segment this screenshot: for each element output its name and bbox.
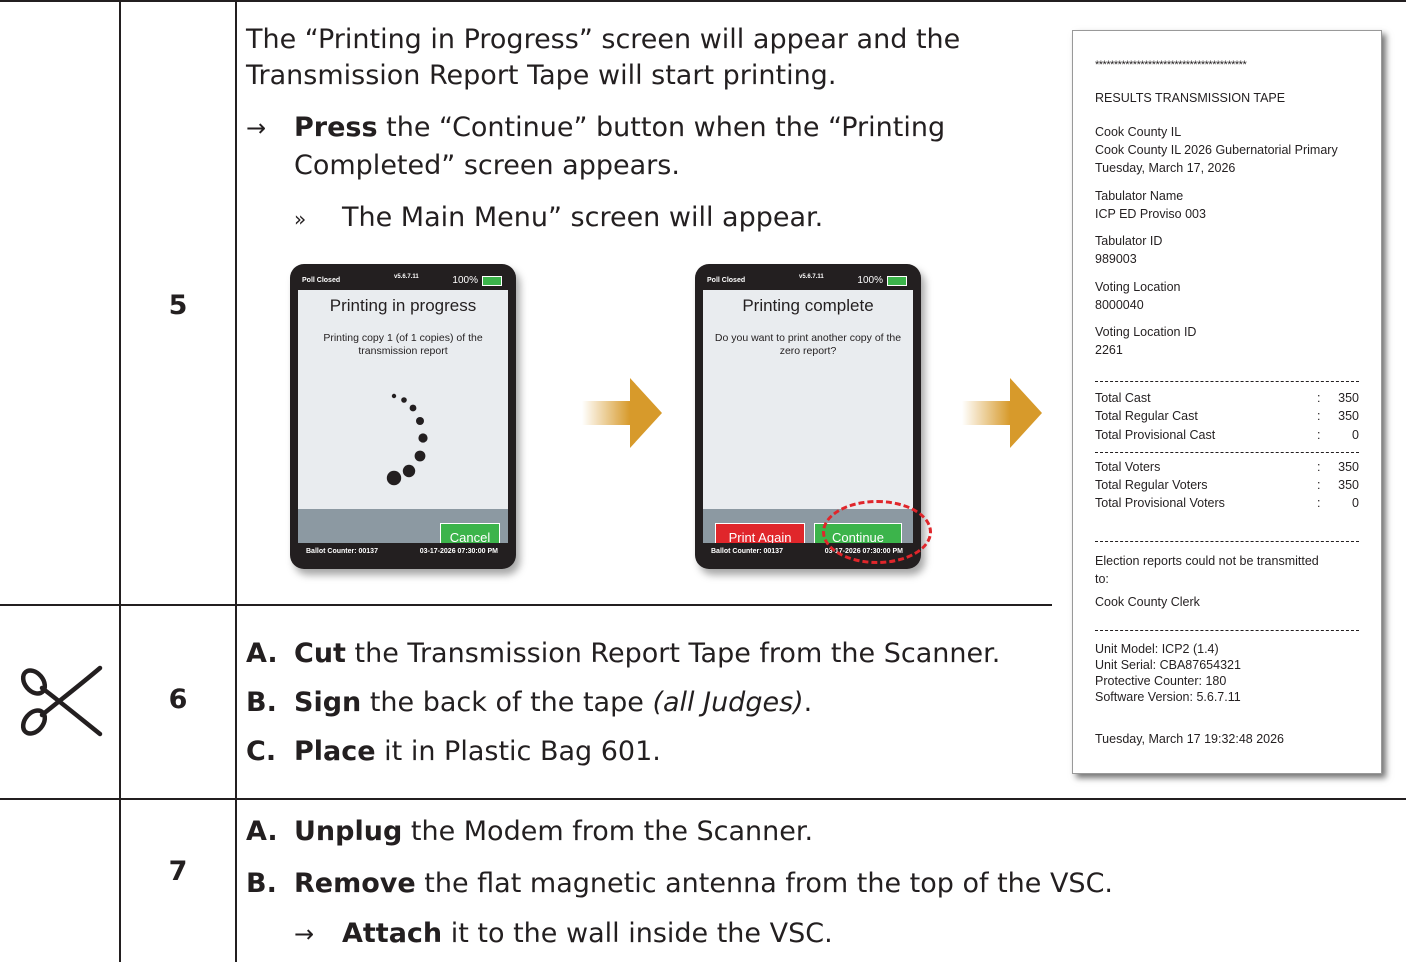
step-number-6: 6 <box>168 684 188 715</box>
step7-sub-item: → Attach it to the wall inside the VSC. <box>294 918 833 949</box>
item-letter: A. <box>246 638 278 669</box>
screen-title: Printing in progress <box>329 296 477 315</box>
step7-item-a: A. Unplug the Modem from the Scanner. <box>246 816 814 847</box>
tape-row: Total Regular Cast:350 <box>1095 409 1359 423</box>
poll-status: Poll Closed <box>707 277 746 284</box>
tape-loc: 8000040 <box>1095 298 1144 312</box>
tape-row: Total Voters:350 <box>1095 460 1359 474</box>
tape-loc-id-label: Voting Location ID <box>1095 325 1197 339</box>
tape-row: Total Provisional Voters:0 <box>1095 496 1359 510</box>
continue-highlight-circle <box>822 500 932 564</box>
item-letter: B. <box>246 687 277 718</box>
tape-divider <box>1095 452 1359 453</box>
screen-message: Do you want to print another copy of the… <box>714 332 902 357</box>
tape-error-line3: Cook County Clerk <box>1095 595 1200 609</box>
tape-row: Total Cast:350 <box>1095 391 1359 405</box>
ballot-counter: Ballot Counter: 00137 <box>306 548 378 555</box>
tape-timestamp: Tuesday, March 17 19:32:48 2026 <box>1095 732 1285 746</box>
step6-item-b: B. Sign the back of the tape (all Judges)… <box>246 687 813 718</box>
version: v5.6.7.11 <box>394 274 419 280</box>
battery-percent: 100% <box>452 275 478 286</box>
right-arrow-icon <box>962 378 1042 448</box>
right-arrow-bullet-icon: → <box>246 114 267 142</box>
loading-spinner-icon <box>386 393 428 486</box>
row-divider-6-7 <box>0 798 1406 800</box>
step-number-7: 7 <box>168 856 188 887</box>
battery-icon <box>887 276 907 286</box>
battery-icon <box>482 276 502 286</box>
right-arrow-icon <box>582 378 662 448</box>
tape-county: Cook County IL <box>1095 125 1182 139</box>
tape-counter: Protective Counter: 180 <box>1095 674 1227 688</box>
step5-press-line2: Completed” screen appears. <box>294 150 680 181</box>
table-border-mid <box>235 0 237 962</box>
step6-item-a: A. Cut the Transmission Report Tape from … <box>246 638 1001 669</box>
screen-display: Poll Closed v5.6.7.11 100% Printing in p… <box>298 272 508 561</box>
transmission-report-tape: ****************************************… <box>1072 30 1382 774</box>
scanner-screen-printing-in-progress: Poll Closed v5.6.7.11 100% Printing in p… <box>290 264 516 569</box>
step7-item-b: B. Remove the flat magnetic antenna from … <box>246 868 1114 899</box>
tape-error-line2: to: <box>1095 572 1109 586</box>
status-bar: Poll Closed v5.6.7.11 100% <box>703 272 913 290</box>
row-divider-5-6 <box>0 604 1052 606</box>
sub-text: The Main Menu” screen will appear. <box>342 202 824 233</box>
row-divider-top <box>0 0 1406 2</box>
tape-serial: Unit Serial: CBA87654321 <box>1095 658 1241 672</box>
right-arrow-bullet-icon: → <box>294 920 315 948</box>
item-letter: C. <box>246 736 277 767</box>
press-rest: the “Continue” button when the “Printing <box>377 112 946 143</box>
ballot-counter: Ballot Counter: 00137 <box>711 548 783 555</box>
item-letter: A. <box>246 816 278 847</box>
tape-row: Total Provisional Cast:0 <box>1095 428 1359 442</box>
tape-election: Cook County IL 2026 Gubernatorial Primar… <box>1095 143 1338 157</box>
tape-model: Unit Model: ICP2 (1.4) <box>1095 642 1219 656</box>
step5-press-instruction: → Press the “Continue” button when the “P… <box>246 112 945 144</box>
tape-divider <box>1095 541 1359 542</box>
tape-error-line1: Election reports could not be transmitte… <box>1095 554 1319 568</box>
table-border-left <box>119 0 121 962</box>
datetime: 03-17-2026 07:30:00 PM <box>419 548 498 555</box>
tape-stars: **************************************** <box>1095 59 1247 71</box>
tape-software: Software Version: 5.6.7.11 <box>1095 690 1241 704</box>
poll-status: Poll Closed <box>302 277 341 284</box>
tape-title: RESULTS TRANSMISSION TAPE <box>1095 91 1286 105</box>
battery-percent: 100% <box>857 275 883 286</box>
sub-bullet: » <box>294 207 307 231</box>
tape-divider <box>1095 630 1359 631</box>
tape-divider <box>1095 381 1359 382</box>
tape-row: Total Regular Voters:350 <box>1095 478 1359 492</box>
tape-tab-name-label: Tabulator Name <box>1095 189 1184 203</box>
tape-date: Tuesday, March 17, 2026 <box>1095 161 1236 175</box>
version: v5.6.7.11 <box>799 274 824 280</box>
step-number-5: 5 <box>168 290 188 321</box>
screen-title: Printing complete <box>742 296 874 315</box>
tape-loc-label: Voting Location <box>1095 280 1181 294</box>
step5-line1: The “Printing in Progress” screen will a… <box>246 24 961 55</box>
tape-loc-id: 2261 <box>1095 343 1123 357</box>
step5-line2: Transmission Report Tape will start prin… <box>246 60 837 91</box>
press-bold: Press <box>294 112 378 143</box>
step6-item-c: C. Place it in Plastic Bag 601. <box>246 736 661 767</box>
footer-bar: Ballot Counter: 00137 03-17-2026 07:30:0… <box>298 543 508 561</box>
tape-tab-id-label: Tabulator ID <box>1095 234 1163 248</box>
status-bar: Poll Closed v5.6.7.11 100% <box>298 272 508 290</box>
screen-message: Printing copy 1 (of 1 copies) of the tra… <box>323 332 483 357</box>
item-letter: B. <box>246 868 277 899</box>
tape-tab-name: ICP ED Proviso 003 <box>1095 207 1206 221</box>
step5-sub-item: » The Main Menu” screen will appear. <box>294 202 823 235</box>
tape-tab-id: 989003 <box>1095 252 1137 266</box>
scissors-icon <box>20 665 103 737</box>
